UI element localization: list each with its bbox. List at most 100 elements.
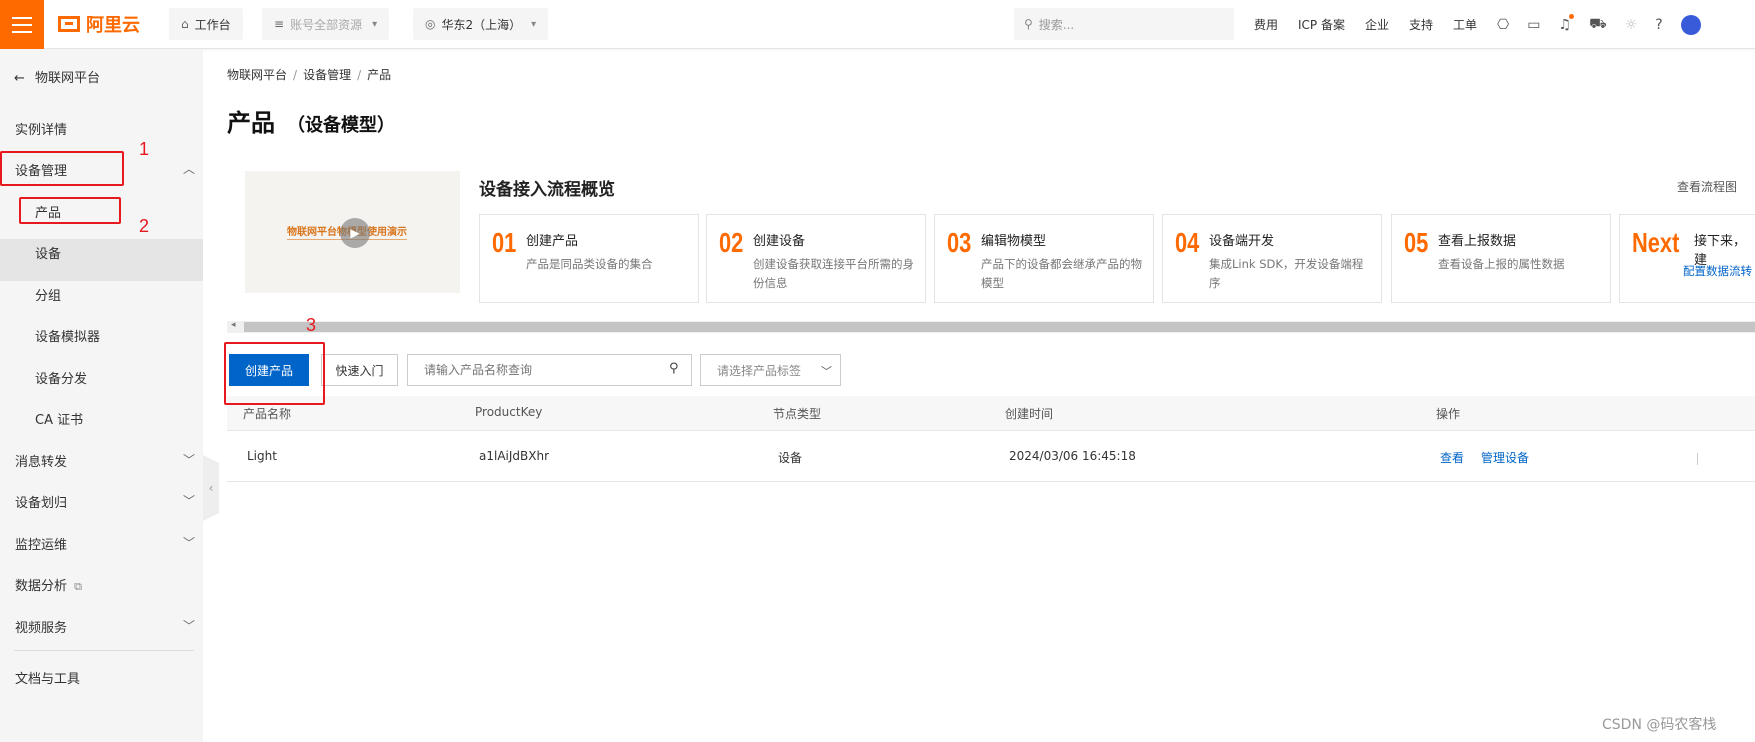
annotation-number-1: 1	[139, 139, 150, 159]
search-icon[interactable]: ⚲	[669, 361, 679, 376]
sidebar-item-group[interactable]: 分组	[35, 285, 61, 304]
arrow-left-icon: ←	[14, 71, 25, 86]
terminal-icon[interactable]: ▭	[1527, 17, 1540, 33]
link-fees[interactable]: 费用	[1254, 16, 1278, 33]
cell-productkey: a1lAiJdBXhr	[479, 449, 550, 463]
global-search-input[interactable]: ⚲ 搜索...	[1014, 8, 1234, 40]
region-dropdown[interactable]: ◎ 华东2（上海） ▾	[413, 8, 549, 40]
step-number: 01	[492, 227, 517, 258]
annotation-box-3	[224, 342, 325, 405]
flow-step-3[interactable]: 03 编辑物模型 产品下的设备都会继承产品的物模型	[934, 214, 1154, 303]
product-tag-select[interactable]: 请选择产品标签 ﹀	[700, 354, 841, 386]
lightbulb-icon[interactable]: ☼	[1625, 17, 1638, 33]
sidebar-divider	[14, 650, 194, 651]
scroll-left-icon[interactable]: ◂	[231, 320, 236, 330]
column-header-node-type: 节点类型	[773, 407, 822, 421]
sidebar-item-instance-detail[interactable]: 实例详情	[15, 119, 195, 138]
sidebar-item-device-assignment[interactable]: 设备划归 ﹀	[15, 492, 195, 511]
product-search-input[interactable]	[407, 354, 692, 386]
flow-step-5[interactable]: 05 查看上报数据 查看设备上报的属性数据	[1391, 214, 1611, 303]
table-row: Light a1lAiJdBXhr 设备 2024/03/06 16:45:18…	[227, 432, 1755, 482]
top-links: 费用 ICP 备案 企业 支持 工单 ⎔ ▭ ♫ ⛟ ☼ ?	[1254, 0, 1721, 49]
cloud-shell-icon[interactable]: ⎔	[1497, 17, 1509, 33]
sidebar-item-docs-tools[interactable]: 文档与工具	[15, 668, 195, 687]
sidebar-item-message-forwarding[interactable]: 消息转发 ﹀	[15, 451, 195, 470]
breadcrumb: 物联网平台 / 设备管理 / 产品	[227, 68, 392, 82]
flow-step-1[interactable]: 01 创建产品 产品是同品类设备的集合	[479, 214, 699, 303]
sidebar-item-monitoring[interactable]: 监控运维 ﹀	[15, 534, 195, 553]
aliyun-logo[interactable]: 阿里云	[58, 13, 140, 36]
step-title: 创建产品	[526, 234, 579, 249]
demo-video-thumbnail[interactable]: 物联网平台物模型使用演示 ▶	[245, 171, 460, 293]
watermark: CSDN @码农客栈	[1602, 717, 1717, 733]
step-description: 创建设备获取连接平台所需的身份信息	[753, 257, 914, 290]
back-to-iot-platform[interactable]: ← 物联网平台	[14, 67, 100, 86]
step-number: 02	[719, 227, 744, 258]
step-description: 产品是同品类设备的集合	[526, 257, 653, 271]
sidebar-item-data-analysis[interactable]: 数据分析 ⧉	[15, 575, 195, 594]
account-resources-dropdown[interactable]: ≡ 账号全部资源 ▾	[262, 8, 390, 40]
column-header-name: 产品名称	[243, 407, 292, 421]
sidebar-item-device[interactable]: 设备	[35, 243, 61, 262]
page-title: 产品 （设备模型）	[227, 109, 395, 137]
sidebar-collapse-handle[interactable]: ‹	[203, 455, 219, 521]
annotation-box-2	[19, 197, 121, 224]
sidebar-item-device-distribution[interactable]: 设备分发	[35, 368, 87, 387]
chevron-down-icon: ﹀	[821, 365, 832, 378]
step-description: 产品下的设备都会继承产品的物模型	[981, 257, 1142, 290]
step-description: 查看设备上报的属性数据	[1438, 257, 1565, 271]
help-icon[interactable]: ?	[1655, 17, 1662, 33]
manage-devices-link[interactable]: 管理设备	[1481, 449, 1529, 466]
view-link[interactable]: 查看	[1440, 449, 1464, 466]
chevron-down-icon: ▾	[531, 18, 537, 30]
action-divider	[1697, 453, 1698, 465]
stack-icon: ≡	[274, 17, 285, 31]
chevron-down-icon: ﹀	[182, 536, 195, 550]
configure-data-flow-link[interactable]: 配置数据流转	[1683, 263, 1752, 279]
location-pin-icon: ◎	[425, 17, 436, 31]
view-flowchart-link[interactable]: 查看流程图	[1677, 178, 1737, 195]
sidebar-active-highlight	[0, 239, 203, 281]
quick-start-button[interactable]: 快速入门	[321, 354, 398, 386]
chevron-up-icon: ︿	[182, 162, 195, 176]
step-number: Next	[1632, 227, 1680, 258]
sidebar-item-video-service[interactable]: 视频服务 ﹀	[15, 617, 195, 636]
chevron-down-icon: ▾	[372, 18, 378, 30]
step-title: 设备端开发	[1209, 234, 1275, 249]
breadcrumb-device-management[interactable]: 设备管理	[303, 68, 351, 82]
sidebar-item-device-simulator[interactable]: 设备模拟器	[35, 326, 100, 345]
external-link-icon: ⧉	[74, 580, 83, 593]
step-title: 编辑物模型	[981, 234, 1047, 249]
avatar[interactable]	[1680, 14, 1701, 35]
step-title: 创建设备	[753, 234, 806, 249]
flow-step-next[interactable]: Next 接下来，建 配置数据流转	[1619, 214, 1755, 303]
bell-icon[interactable]: ♫	[1559, 13, 1574, 33]
hamburger-menu-icon[interactable]	[0, 0, 44, 49]
breadcrumb-product: 产品	[367, 68, 392, 82]
link-ticket[interactable]: 工单	[1453, 16, 1477, 33]
workbench-button[interactable]: ⌂ 工作台	[169, 8, 243, 40]
annotation-number-3: 3	[306, 315, 317, 335]
cart-icon[interactable]: ⛟	[1589, 16, 1607, 34]
step-number: 04	[1175, 227, 1200, 258]
link-icp[interactable]: ICP 备案	[1298, 16, 1345, 33]
sidebar-item-ca-certificate[interactable]: CA 证书	[35, 409, 83, 428]
chevron-left-icon: ‹	[208, 481, 214, 495]
link-enterprise[interactable]: 企业	[1365, 16, 1389, 33]
chevron-down-icon: ﹀	[182, 494, 195, 508]
step-number: 05	[1404, 227, 1429, 258]
flow-title: 设备接入流程概览	[479, 180, 615, 200]
link-support[interactable]: 支持	[1409, 16, 1433, 33]
breadcrumb-iot-platform[interactable]: 物联网平台	[227, 68, 287, 82]
flow-step-2[interactable]: 02 创建设备 创建设备获取连接平台所需的身份信息	[706, 214, 926, 303]
horizontal-scrollbar[interactable]: ◂	[227, 320, 1755, 333]
cell-created-time: 2024/03/06 16:45:18	[1009, 449, 1136, 463]
top-navbar: 阿里云 ⌂ 工作台 ≡ 账号全部资源 ▾ ◎ 华东2（上海） ▾ ⚲ 搜索...…	[0, 0, 1755, 49]
scrollbar-thumb[interactable]	[244, 322, 1755, 332]
flow-step-4[interactable]: 04 设备端开发 集成Link SDK，开发设备端程序	[1162, 214, 1382, 303]
table-header: 产品名称 ProductKey 节点类型 创建时间 操作	[227, 396, 1755, 431]
chevron-down-icon: ﹀	[182, 619, 195, 633]
column-header-actions: 操作	[1436, 407, 1461, 421]
play-icon[interactable]: ▶	[340, 218, 370, 248]
step-description: 集成Link SDK，开发设备端程序	[1209, 257, 1364, 290]
